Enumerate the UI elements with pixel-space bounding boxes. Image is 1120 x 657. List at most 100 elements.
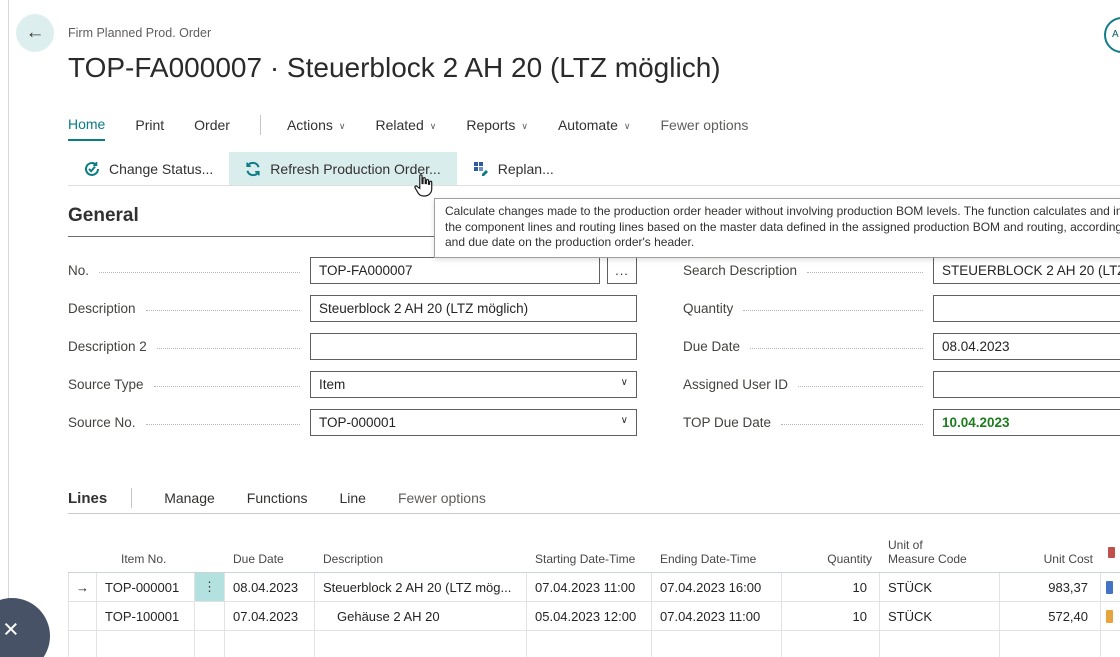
- header-ending[interactable]: Ending Date-Time: [652, 536, 782, 572]
- header-select-col: [68, 536, 97, 572]
- dotted-leader: [798, 386, 923, 387]
- source-no-label: Source No.: [68, 415, 136, 430]
- action-bar-divider: [68, 185, 1120, 186]
- assist-edit-button[interactable]: ...: [607, 257, 637, 284]
- lines-fewer-options-link[interactable]: Fewer options: [398, 490, 486, 506]
- quantity-field[interactable]: [933, 295, 1120, 322]
- field-row-source-no: Source No. ∨: [68, 403, 637, 441]
- chevron-down-icon: ∨: [521, 121, 528, 131]
- tooltip-line: the component lines and routing lines ba…: [445, 220, 1120, 236]
- header-unit-cost[interactable]: Unit Cost: [1000, 536, 1101, 572]
- tooltip-line: and due date on the production order's h…: [445, 235, 1120, 251]
- row-selected-icon: →: [68, 573, 97, 602]
- clipped-cell-fragment: [1106, 581, 1113, 594]
- header-starting[interactable]: Starting Date-Time: [527, 536, 652, 572]
- table-row[interactable]: → TOP-000001 ⋮ 08.04.2023 Steuerblock 2 …: [68, 573, 1120, 602]
- field-row-description2: Description 2: [68, 327, 637, 365]
- cell-due-date[interactable]: 08.04.2023: [225, 573, 315, 602]
- dotted-leader: [750, 348, 923, 349]
- cell-item-no[interactable]: TOP-000001: [97, 573, 195, 602]
- dotted-leader: [154, 386, 300, 387]
- field-row-source-type: Source Type ∨: [68, 365, 637, 403]
- back-button[interactable]: ←: [16, 14, 54, 52]
- cell-ending[interactable]: 07.04.2023 11:00: [652, 602, 782, 631]
- header-more-col: [195, 536, 225, 572]
- top-due-date-field[interactable]: [933, 409, 1120, 436]
- change-status-button[interactable]: Change Status...: [68, 152, 229, 185]
- menu-divider: [260, 115, 261, 135]
- lines-menu-functions[interactable]: Functions: [247, 490, 308, 506]
- tab-home[interactable]: Home: [68, 116, 105, 141]
- chevron-down-icon[interactable]: ∨: [621, 415, 628, 426]
- dotted-leader: [743, 310, 923, 311]
- lines-menu-line[interactable]: Line: [339, 490, 365, 506]
- cell-uom[interactable]: STÜCK: [880, 573, 1000, 602]
- clipped-header-fragment: [1108, 547, 1115, 558]
- close-panel-fab[interactable]: ×: [0, 598, 50, 657]
- source-type-label: Source Type: [68, 377, 144, 392]
- chevron-down-icon: ∨: [624, 121, 631, 131]
- tab-order[interactable]: Order: [194, 117, 230, 140]
- tab-print[interactable]: Print: [135, 117, 164, 140]
- search-description-label: Search Description: [683, 263, 797, 278]
- table-row-empty[interactable]: [68, 631, 1120, 657]
- table-row[interactable]: TOP-100001 07.04.2023 Gehäuse 2 AH 20 05…: [68, 602, 1120, 631]
- tab-actions[interactable]: Actions∨: [287, 117, 346, 140]
- header-due-date[interactable]: Due Date: [225, 536, 315, 572]
- refresh-icon: [245, 161, 261, 177]
- due-date-field[interactable]: [933, 333, 1120, 360]
- search-description-field[interactable]: [933, 257, 1120, 284]
- description2-label: Description 2: [68, 339, 147, 354]
- description-field[interactable]: [310, 295, 637, 322]
- change-status-icon: [84, 161, 100, 177]
- page-title: TOP-FA000007 · Steuerblock 2 AH 20 (LTZ …: [68, 52, 721, 84]
- refresh-tooltip: Calculate changes made to the production…: [434, 198, 1120, 258]
- row-more-icon[interactable]: ⋮: [195, 573, 225, 602]
- tab-related[interactable]: Related∨: [375, 117, 436, 140]
- cell-ending[interactable]: 07.04.2023 16:00: [652, 573, 782, 602]
- dotted-leader: [146, 424, 300, 425]
- lines-divider: [131, 488, 132, 508]
- replan-button[interactable]: Replan...: [457, 152, 570, 185]
- cell-due-date[interactable]: 07.04.2023: [225, 602, 315, 631]
- row-select-cell[interactable]: [68, 602, 97, 631]
- cell-unit-cost[interactable]: 983,37: [1000, 573, 1101, 602]
- tooltip-line: Calculate changes made to the production…: [445, 204, 1120, 220]
- tab-automate[interactable]: Automate∨: [558, 117, 631, 140]
- dotted-leader: [157, 348, 300, 349]
- page-left-border: [8, 0, 9, 657]
- top-due-date-label: TOP Due Date: [683, 415, 771, 430]
- lines-menu-manage[interactable]: Manage: [164, 490, 215, 506]
- cell-item-no[interactable]: TOP-100001: [97, 602, 195, 631]
- header-description[interactable]: Description: [315, 536, 527, 572]
- cell-starting[interactable]: 05.04.2023 12:00: [527, 602, 652, 631]
- action-bar: Change Status... Refresh Production Orde…: [68, 152, 570, 185]
- header-item-no[interactable]: Item No.: [97, 536, 195, 572]
- cell-starting[interactable]: 07.04.2023 11:00: [527, 573, 652, 602]
- tab-reports[interactable]: Reports∨: [466, 117, 528, 140]
- replan-icon: [473, 161, 489, 177]
- no-field[interactable]: [310, 257, 600, 284]
- cell-uom[interactable]: STÜCK: [880, 602, 1000, 631]
- avatar[interactable]: A: [1104, 17, 1120, 53]
- cell-unit-cost[interactable]: 572,40: [1000, 602, 1101, 631]
- source-type-select[interactable]: [310, 371, 637, 398]
- header-quantity[interactable]: Quantity: [782, 536, 880, 572]
- field-row-top-due-date: TOP Due Date: [683, 403, 1120, 441]
- source-no-select[interactable]: [310, 409, 637, 436]
- dotted-leader: [99, 272, 300, 273]
- row-more-cell[interactable]: [195, 602, 225, 631]
- field-row-assigned-user: Assigned User ID: [683, 365, 1120, 403]
- description-label: Description: [68, 301, 136, 316]
- cell-quantity[interactable]: 10: [782, 602, 880, 631]
- chevron-down-icon[interactable]: ∨: [621, 377, 628, 388]
- header-uom[interactable]: Unit of Measure Code: [880, 536, 1000, 572]
- dotted-leader: [807, 272, 923, 273]
- cell-description[interactable]: Steuerblock 2 AH 20 (LTZ mög...: [315, 573, 527, 602]
- cell-description[interactable]: Gehäuse 2 AH 20: [315, 602, 527, 631]
- ribbon-menu: Home Print Order Actions∨ Related∨ Repor…: [68, 115, 778, 141]
- description2-field[interactable]: [310, 333, 637, 360]
- cell-quantity[interactable]: 10: [782, 573, 880, 602]
- fewer-options-link[interactable]: Fewer options: [660, 117, 748, 140]
- assigned-user-field[interactable]: [933, 371, 1120, 398]
